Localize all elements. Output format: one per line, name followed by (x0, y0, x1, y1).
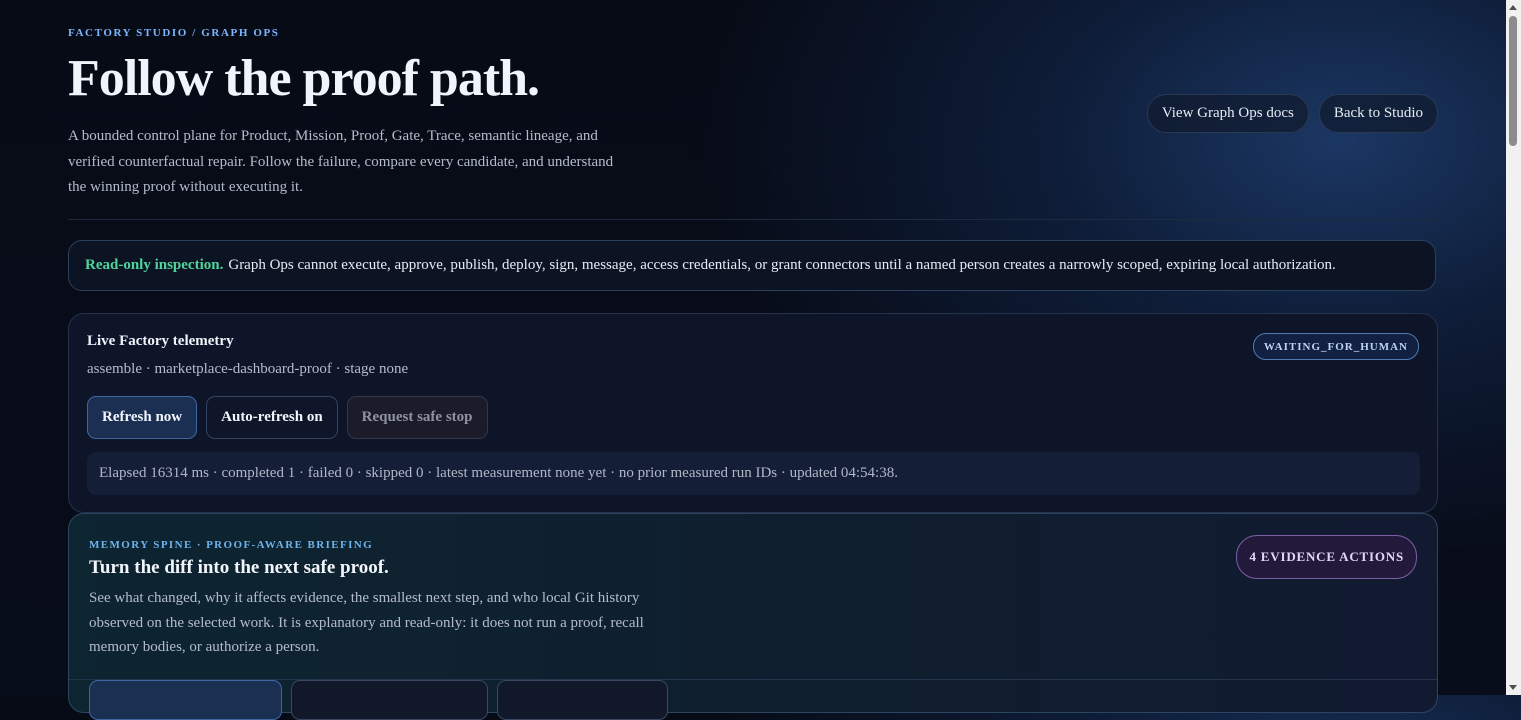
header-divider (68, 219, 1438, 220)
page-eyebrow: FACTORY STUDIO / GRAPH OPS (68, 27, 280, 39)
memory-eyebrow: MEMORY SPINE · PROOF-AWARE BRIEFING (89, 539, 374, 551)
notice-text: Graph Ops cannot execute, approve, publi… (228, 257, 1336, 273)
scrollbar-thumb[interactable] (1509, 16, 1517, 146)
scroll-up-arrow-icon[interactable] (1509, 5, 1517, 10)
scroll-down-arrow-icon[interactable] (1509, 685, 1517, 690)
status-badge: WAITING_FOR_HUMAN (1252, 333, 1419, 360)
evidence-actions-badge[interactable]: 4 EVIDENCE ACTIONS (1236, 535, 1417, 579)
telemetry-title: Live Factory telemetry (87, 333, 234, 349)
telemetry-actions: Refresh now Auto-refresh on Request safe… (87, 396, 488, 439)
header-actions: View Graph Ops docs Back to Studio (1146, 94, 1438, 133)
telemetry-panel: Live Factory telemetry assemble · market… (68, 313, 1438, 513)
back-to-studio-button[interactable]: Back to Studio (1318, 94, 1438, 133)
request-safe-stop-button[interactable]: Request safe stop (346, 396, 488, 439)
page-description: A bounded control plane for Product, Mis… (68, 128, 614, 195)
memory-tab-2[interactable] (291, 680, 488, 720)
memory-tab-3[interactable] (497, 680, 668, 720)
memory-tab-1[interactable] (89, 680, 282, 720)
memory-title: Turn the diff into the next safe proof. (89, 557, 389, 578)
telemetry-summary: Elapsed 16314 ms · completed 1 · failed … (87, 452, 1420, 495)
notice-label: Read-only inspection. (85, 257, 224, 273)
page-title: Follow the proof path. (68, 50, 540, 107)
refresh-now-button[interactable]: Refresh now (87, 396, 198, 439)
auto-refresh-toggle[interactable]: Auto-refresh on (206, 396, 338, 439)
vertical-scrollbar[interactable] (1506, 0, 1521, 695)
telemetry-meta: assemble · marketplace-dashboard-proof ·… (87, 361, 409, 377)
read-only-notice: Read-only inspection. Graph Ops cannot e… (68, 240, 1436, 291)
memory-spine-panel: MEMORY SPINE · PROOF-AWARE BRIEFING Turn… (68, 513, 1438, 720)
memory-description: See what changed, why it affects evidenc… (89, 590, 644, 655)
view-docs-button[interactable]: View Graph Ops docs (1146, 94, 1309, 133)
